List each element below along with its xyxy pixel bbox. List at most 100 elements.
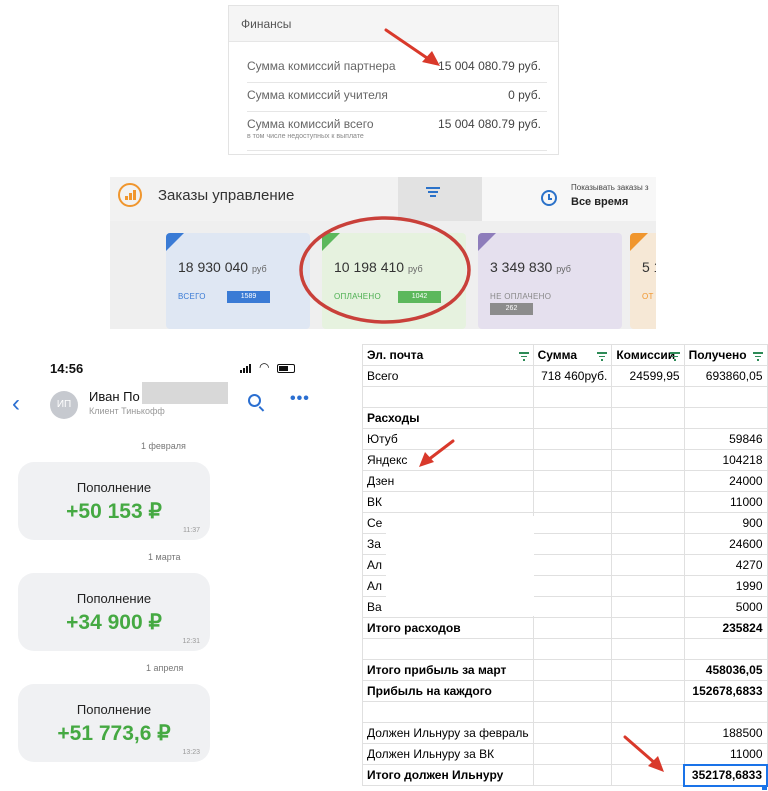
table-cell[interactable]: 11000 bbox=[683, 491, 768, 513]
table-cell[interactable]: 24600 bbox=[683, 533, 768, 555]
table-cell[interactable]: 458036,05 bbox=[683, 659, 768, 681]
table-cell[interactable] bbox=[532, 512, 613, 534]
column-header[interactable]: Сумма bbox=[532, 344, 613, 366]
table-cell[interactable]: Итого должен Ильнуру bbox=[362, 764, 534, 786]
column-header[interactable]: Эл. почта bbox=[362, 344, 534, 366]
table-cell[interactable] bbox=[362, 701, 534, 723]
table-cell[interactable] bbox=[362, 386, 534, 408]
orders-card-total[interactable]: 18 930 040 руб ВСЕГО 1589 bbox=[166, 233, 310, 329]
table-cell[interactable]: 59846 bbox=[683, 428, 768, 450]
table-cell[interactable] bbox=[611, 701, 685, 723]
table-cell[interactable]: 188500 bbox=[683, 722, 768, 744]
table-cell[interactable]: 352178,6833 bbox=[683, 763, 768, 787]
table-cell[interactable]: Расходы bbox=[362, 407, 534, 429]
table-cell[interactable] bbox=[532, 533, 613, 555]
table-cell[interactable] bbox=[611, 428, 685, 450]
column-header-label: Получено bbox=[688, 348, 747, 362]
table-cell[interactable] bbox=[611, 722, 685, 744]
table-cell[interactable] bbox=[611, 743, 685, 765]
table-cell[interactable] bbox=[532, 428, 613, 450]
table-cell[interactable]: Итого прибыль за март bbox=[362, 659, 534, 681]
table-cell[interactable]: Дзен bbox=[362, 470, 534, 492]
table-cell[interactable] bbox=[611, 512, 685, 534]
filter-icon[interactable] bbox=[752, 352, 763, 363]
table-cell[interactable] bbox=[532, 470, 613, 492]
table-cell[interactable] bbox=[532, 680, 613, 702]
card-amount: 5 1 bbox=[642, 259, 656, 275]
avatar[interactable]: ИП bbox=[50, 391, 78, 419]
more-icon[interactable]: ••• bbox=[290, 390, 310, 408]
table-cell[interactable] bbox=[532, 701, 613, 723]
period-selector[interactable]: Показывать заказы з Все время bbox=[482, 177, 656, 221]
table-cell[interactable] bbox=[611, 554, 685, 576]
table-cell[interactable]: 24000 bbox=[683, 470, 768, 492]
table-cell[interactable] bbox=[683, 407, 768, 429]
table-cell[interactable]: 693860,05 bbox=[683, 365, 768, 387]
table-cell[interactable]: 104218 bbox=[683, 449, 768, 471]
table-cell[interactable]: 4270 bbox=[683, 554, 768, 576]
table-cell[interactable]: 1990 bbox=[683, 575, 768, 597]
table-cell[interactable] bbox=[532, 407, 613, 429]
table-cell[interactable]: 235824 bbox=[683, 617, 768, 639]
table-cell[interactable] bbox=[611, 470, 685, 492]
filter-icon[interactable] bbox=[518, 352, 529, 363]
table-cell[interactable]: Всего bbox=[362, 365, 534, 387]
table-cell[interactable] bbox=[611, 638, 685, 660]
table-cell[interactable] bbox=[611, 680, 685, 702]
table-cell[interactable]: Яндекс bbox=[362, 449, 534, 471]
table-cell[interactable] bbox=[532, 722, 613, 744]
table-cell[interactable] bbox=[611, 596, 685, 618]
table-cell[interactable] bbox=[611, 575, 685, 597]
transfer-bubble[interactable]: Пополнение +51 773,6 ₽ 13:23 bbox=[18, 684, 210, 762]
table-cell[interactable] bbox=[532, 617, 613, 639]
table-cell[interactable]: 24599,95 bbox=[611, 365, 685, 387]
table-row: Дзен 24000 bbox=[362, 470, 768, 492]
transfer-bubble[interactable]: Пополнение +50 153 ₽ 11:37 bbox=[18, 462, 210, 540]
table-cell[interactable] bbox=[532, 659, 613, 681]
table-cell[interactable] bbox=[532, 575, 613, 597]
table-cell[interactable] bbox=[532, 743, 613, 765]
table-cell[interactable] bbox=[532, 638, 613, 660]
column-header[interactable]: Получено bbox=[683, 344, 768, 366]
table-cell[interactable] bbox=[532, 386, 613, 408]
table-cell[interactable]: 900 bbox=[683, 512, 768, 534]
table-cell[interactable] bbox=[611, 407, 685, 429]
table-cell[interactable] bbox=[611, 617, 685, 639]
table-cell[interactable] bbox=[611, 659, 685, 681]
orders-card-unpaid[interactable]: 3 349 830 руб НЕ ОПЛАЧЕНО 262 bbox=[478, 233, 622, 329]
back-chevron-icon[interactable]: ‹ bbox=[12, 392, 20, 416]
table-cell[interactable]: 5000 bbox=[683, 596, 768, 618]
table-cell[interactable] bbox=[532, 764, 613, 786]
table-cell[interactable] bbox=[362, 638, 534, 660]
table-cell[interactable] bbox=[611, 533, 685, 555]
table-cell[interactable] bbox=[611, 449, 685, 471]
filter-icon[interactable] bbox=[669, 352, 680, 363]
table-cell[interactable] bbox=[683, 701, 768, 723]
table-cell[interactable] bbox=[532, 449, 613, 471]
table-cell[interactable]: Ютуб bbox=[362, 428, 534, 450]
table-cell[interactable] bbox=[683, 386, 768, 408]
column-header[interactable]: Комиссии bbox=[611, 344, 685, 366]
filter-button[interactable] bbox=[398, 177, 482, 221]
filter-icon[interactable] bbox=[597, 352, 608, 363]
table-cell[interactable]: Должен Ильнуру за ВК bbox=[362, 743, 534, 765]
table-cell[interactable] bbox=[683, 638, 768, 660]
table-cell[interactable] bbox=[532, 491, 613, 513]
table-cell[interactable] bbox=[611, 491, 685, 513]
transfer-bubble[interactable]: Пополнение +34 900 ₽ 12:31 bbox=[18, 573, 210, 651]
table-cell[interactable]: Прибыль на каждого bbox=[362, 680, 534, 702]
table-cell[interactable] bbox=[611, 386, 685, 408]
table-cell[interactable]: Должен Ильнуру за февраль bbox=[362, 722, 534, 744]
table-cell[interactable]: 11000 bbox=[683, 743, 768, 765]
table-cell[interactable]: Итого расходов bbox=[362, 617, 534, 639]
table-cell[interactable] bbox=[532, 596, 613, 618]
search-icon[interactable] bbox=[248, 394, 261, 407]
table-cell[interactable] bbox=[532, 554, 613, 576]
orders-card-partial[interactable]: 5 1 ОТ bbox=[630, 233, 656, 329]
table-cell[interactable]: 152678,6833 bbox=[683, 680, 768, 702]
table-cell[interactable] bbox=[611, 764, 685, 786]
table-cell[interactable]: ВК bbox=[362, 491, 534, 513]
table-cell[interactable]: 718 460руб. bbox=[532, 365, 613, 387]
orders-card-paid[interactable]: 10 198 410 руб ОПЛАЧЕНО 1042 bbox=[322, 233, 466, 329]
selection-handle[interactable] bbox=[762, 785, 767, 790]
